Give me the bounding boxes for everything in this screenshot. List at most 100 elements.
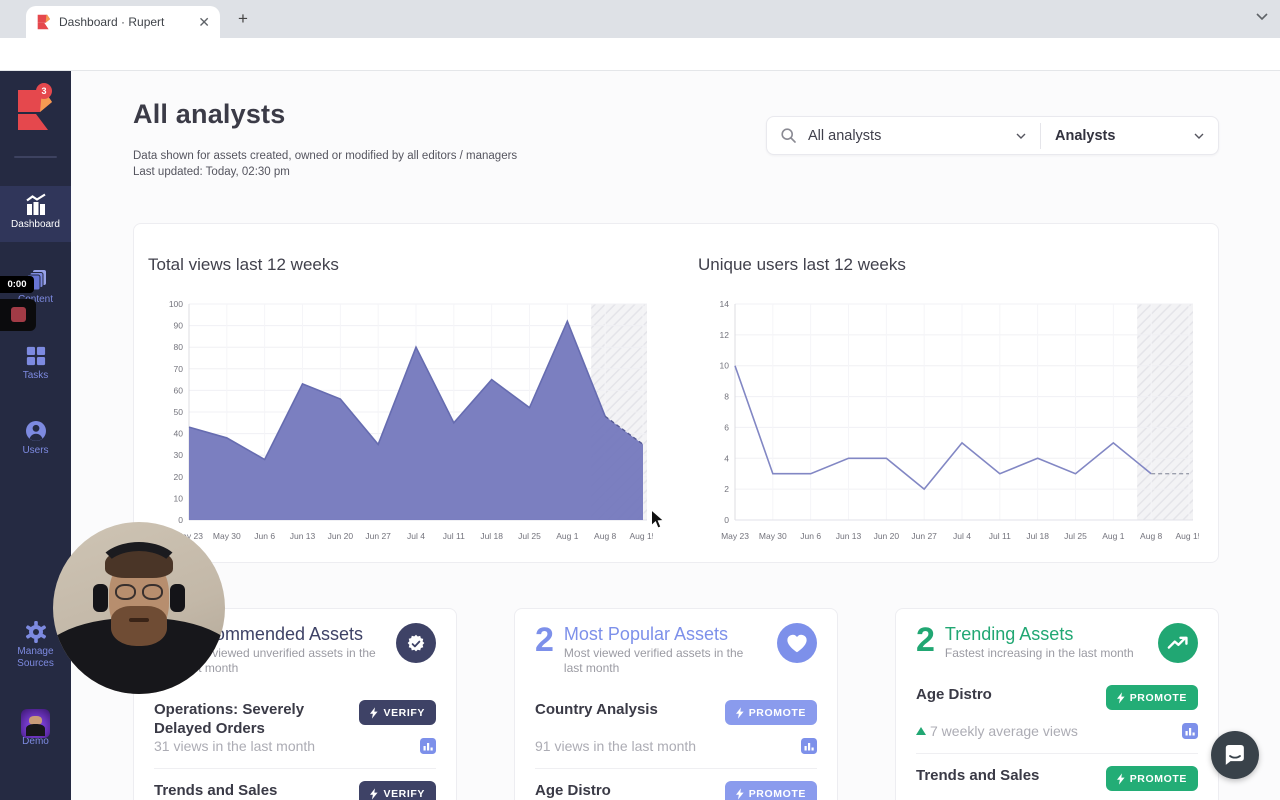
svg-text:Aug 1: Aug 1 — [556, 531, 578, 541]
promote-button[interactable]: PROMOTE — [724, 781, 817, 800]
promote-button[interactable]: PROMOTE — [724, 700, 817, 725]
users-person-icon — [0, 416, 71, 442]
verify-button[interactable]: VERIFY — [359, 781, 436, 800]
sidebar-divider — [14, 156, 57, 158]
bolt-icon — [735, 787, 744, 800]
card-item-divider — [535, 768, 817, 769]
asset-name: Age Distro — [535, 782, 611, 799]
sidebar-item-label: Tasks — [22, 370, 49, 381]
svg-text:14: 14 — [720, 299, 730, 309]
svg-text:Jun 27: Jun 27 — [365, 531, 391, 541]
svg-text:Jul 11: Jul 11 — [989, 531, 1011, 541]
sidebar-item-demo[interactable]: Demo — [0, 703, 71, 748]
recording-timer: 0:00 — [0, 276, 34, 293]
svg-text:Jun 27: Jun 27 — [911, 531, 937, 541]
card-count: 2 — [916, 621, 935, 659]
svg-text:Jul 25: Jul 25 — [1064, 531, 1087, 541]
rupert-favicon — [37, 14, 51, 30]
asset-row: Trends and Sales PROMOTE — [916, 766, 1198, 800]
svg-text:100: 100 — [169, 299, 183, 309]
svg-text:80: 80 — [174, 342, 184, 352]
promote-button[interactable]: PROMOTE — [1105, 685, 1198, 710]
asset-stat: 31 views in the last month — [154, 738, 436, 754]
bolt-icon — [1116, 691, 1125, 704]
chevron-down-icon — [1194, 133, 1204, 139]
svg-text:Jun 20: Jun 20 — [328, 531, 354, 541]
bar-chart-icon[interactable] — [420, 738, 436, 754]
unique-users-chart: 0 2 4 6 8 10 12 14 May 23 May 30 Jun 6 Jun 13 Jun 20… — [720, 299, 1199, 541]
svg-text:Jul 18: Jul 18 — [1026, 531, 1049, 541]
asset-stat-text: 7 weekly average views — [930, 723, 1078, 739]
asset-name: Age Distro — [916, 686, 992, 703]
asset-stat: 7 weekly average views — [916, 723, 1198, 739]
svg-text:Aug 8: Aug 8 — [594, 531, 616, 541]
card-item-divider — [916, 753, 1198, 754]
svg-text:30: 30 — [174, 450, 184, 460]
verified-badge-icon — [396, 623, 436, 663]
recording-controls — [0, 299, 36, 331]
svg-text:Aug 15: Aug 15 — [1176, 531, 1199, 541]
asset-button-label: VERIFY — [383, 706, 425, 719]
card-count: 2 — [535, 621, 554, 659]
sidebar-item-tasks[interactable]: Tasks — [0, 337, 71, 393]
card-title: Trending Assets — [944, 624, 1074, 644]
scope-value: Analysts — [1055, 127, 1116, 144]
asset-button-label: PROMOTE — [1129, 772, 1187, 785]
scope-select[interactable]: Analysts — [1041, 117, 1218, 154]
chat-launcher-button[interactable] — [1211, 731, 1259, 779]
svg-text:Jun 6: Jun 6 — [254, 531, 275, 541]
asset-name: Trends and Sales — [154, 782, 278, 799]
heart-icon — [777, 623, 817, 663]
svg-text:Jun 13: Jun 13 — [290, 531, 316, 541]
browser-navbar: demo.hirupert.com/dashboard R ABP ••• — [0, 38, 1280, 106]
svg-text:Aug 8: Aug 8 — [1140, 531, 1162, 541]
new-tab-button[interactable]: + — [234, 10, 252, 28]
bar-chart-icon[interactable] — [801, 738, 817, 754]
total-views-chart-title: Total views last 12 weeks — [148, 255, 339, 274]
page-title: All analysts — [133, 99, 286, 129]
bolt-icon — [370, 787, 379, 800]
stop-recording-button[interactable] — [11, 307, 26, 322]
browser-tab[interactable]: Dashboard · Rupert ✕ — [26, 6, 220, 38]
sidebar-item-users[interactable]: Users — [0, 412, 71, 468]
svg-text:0: 0 — [724, 515, 729, 525]
asset-stat: 91 views in the last month — [535, 738, 817, 754]
bolt-icon — [1116, 772, 1125, 785]
page-subtitle: Data shown for assets created, owned or … — [133, 150, 518, 162]
svg-text:May 30: May 30 — [759, 531, 787, 541]
tab-close-icon[interactable]: ✕ — [198, 15, 210, 29]
asset-stat-text: 31 views in the last month — [154, 738, 316, 754]
bar-chart-icon[interactable] — [1182, 723, 1198, 739]
promote-button[interactable]: PROMOTE — [1105, 766, 1198, 791]
filter-bar: All analysts Analysts — [766, 116, 1219, 155]
notification-badge: 3 — [36, 83, 52, 99]
analyst-search-select[interactable]: All analysts — [767, 117, 1040, 154]
svg-text:Jun 6: Jun 6 — [800, 531, 821, 541]
browser-tab-strip: Dashboard · Rupert ✕ + — [0, 0, 1280, 38]
card-subtitle: Most viewed verified assets in the last … — [563, 646, 744, 675]
verify-button[interactable]: VERIFY — [359, 700, 436, 725]
svg-text:90: 90 — [174, 321, 184, 331]
svg-text:60: 60 — [174, 385, 184, 395]
asset-name: Operations: Severely Delayed Orders — [154, 701, 305, 737]
svg-text:8: 8 — [724, 392, 729, 402]
mouse-cursor — [651, 509, 665, 529]
trend-up-triangle-icon — [916, 727, 926, 735]
svg-text:Aug 1: Aug 1 — [1102, 531, 1124, 541]
card-item-divider — [154, 768, 436, 769]
svg-text:10: 10 — [174, 493, 184, 503]
chat-bubble-icon — [1225, 744, 1244, 765]
svg-text:Aug 15: Aug 15 — [630, 531, 653, 541]
tab-title: Dashboard · Rupert — [59, 15, 165, 29]
tab-search-chevron-icon[interactable] — [1256, 13, 1268, 21]
sidebar-item-label: Dashboard — [11, 219, 60, 230]
tasks-grid-icon — [0, 341, 71, 367]
svg-text:Jul 25: Jul 25 — [518, 531, 541, 541]
search-icon — [781, 128, 796, 143]
asset-name: Country Analysis — [535, 701, 658, 718]
svg-text:12: 12 — [720, 330, 730, 340]
trending-up-icon — [1158, 623, 1198, 663]
card-subtitle: Fastest increasing in the last month — [944, 646, 1134, 660]
svg-text:Jun 13: Jun 13 — [836, 531, 862, 541]
sidebar-item-dashboard[interactable]: Dashboard — [0, 186, 71, 242]
